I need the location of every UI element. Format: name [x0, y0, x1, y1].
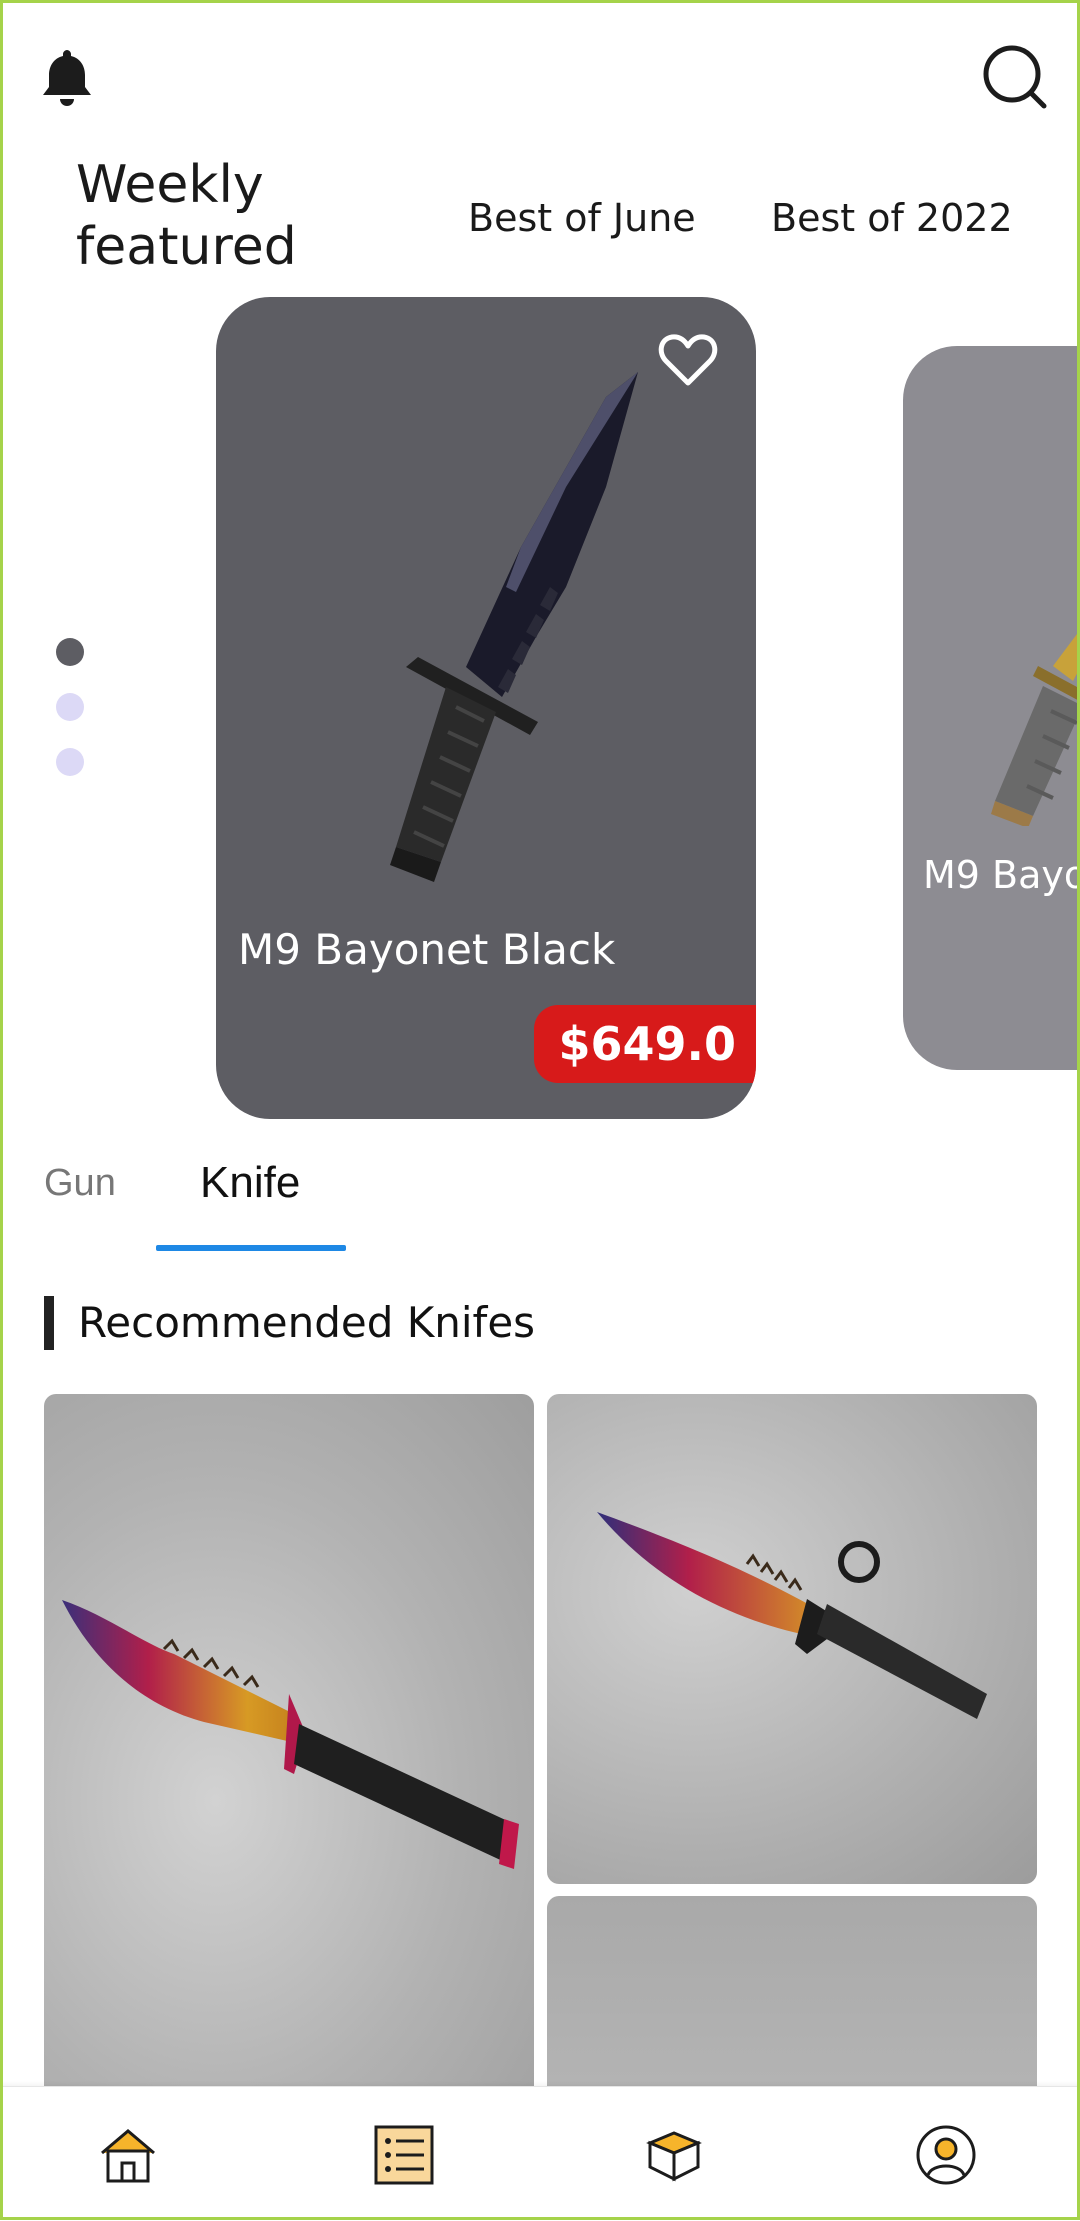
card-title: M9 Bayo Tooth [923, 853, 1080, 897]
profile-icon[interactable] [914, 2123, 978, 2187]
knife-image [390, 372, 638, 882]
tab-best-of-june[interactable]: Best of June [468, 196, 696, 240]
tab-best-of-2022[interactable]: Best of 2022 [771, 196, 1013, 240]
box-icon[interactable] [642, 2123, 706, 2187]
tab-weekly-featured[interactable]: Weekly featured [76, 154, 356, 278]
tab-gun[interactable]: Gun [44, 1162, 116, 1205]
knife-image [991, 630, 1080, 826]
product-tile[interactable] [44, 1394, 534, 2134]
price-badge: $649.0 [534, 1005, 756, 1083]
bell-icon[interactable] [38, 46, 96, 110]
carousel-dot-active[interactable] [56, 638, 84, 666]
tab-knife[interactable]: Knife [200, 1158, 300, 1208]
carousel-dot[interactable] [56, 693, 84, 721]
bottom-nav [0, 2086, 1080, 2221]
search-icon[interactable] [980, 42, 1050, 112]
featured-card-next[interactable]: M9 Bayo Tooth [903, 346, 1080, 1070]
knife-image [62, 1600, 519, 1869]
home-icon[interactable] [96, 2123, 160, 2187]
card-title: M9 Bayonet Black [238, 925, 616, 974]
list-icon[interactable] [372, 2123, 436, 2187]
product-tile[interactable] [547, 1394, 1037, 1884]
featured-card[interactable]: M9 Bayonet Black $649.0 [216, 297, 756, 1119]
section-marker [44, 1296, 54, 1350]
heart-icon[interactable] [658, 333, 718, 389]
tab-indicator [156, 1245, 346, 1251]
section-title: Recommended Knifes [78, 1298, 536, 1347]
knife-image [597, 1512, 987, 1719]
carousel-dots [56, 638, 84, 803]
carousel-dot[interactable] [56, 748, 84, 776]
